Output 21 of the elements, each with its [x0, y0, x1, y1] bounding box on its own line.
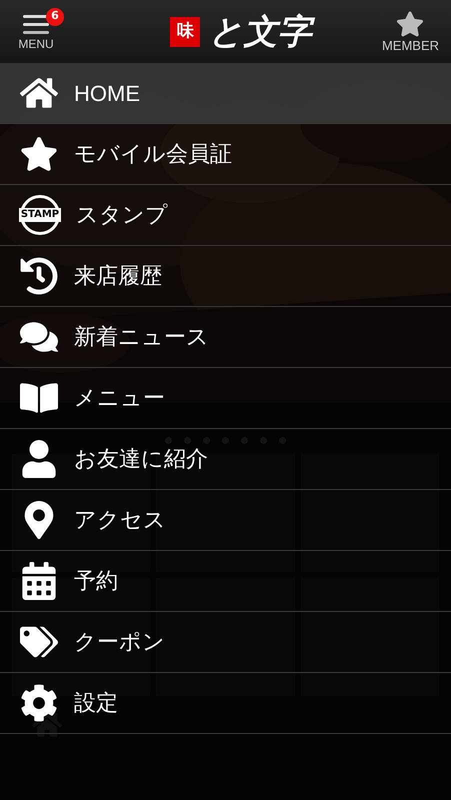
menu-item[interactable]: クーポン: [0, 612, 451, 673]
menu-item[interactable]: 来店履歴: [0, 246, 451, 307]
menu-item[interactable]: モバイル会員証: [0, 124, 451, 185]
history-icon: [20, 257, 58, 295]
notification-badge: 6: [46, 8, 64, 26]
star-icon: [20, 135, 58, 173]
stamp-icon: STAMP: [20, 195, 60, 235]
menu-item[interactable]: HOME: [0, 63, 451, 124]
menu-item[interactable]: アクセス: [0, 490, 451, 551]
member-button[interactable]: MEMBER: [382, 10, 439, 54]
person-icon: [20, 440, 58, 478]
menu-item[interactable]: 設定: [0, 673, 451, 734]
menu-item[interactable]: 新着ニュース: [0, 307, 451, 368]
settings-icon: [20, 684, 58, 722]
menu-item[interactable]: 予約: [0, 551, 451, 612]
menu-item[interactable]: STAMP スタンプ: [0, 185, 451, 246]
star-icon: [396, 10, 424, 38]
menu-item[interactable]: メニュー: [0, 368, 451, 429]
calendar-icon: [20, 562, 58, 600]
logo-mark: 味: [170, 16, 200, 46]
menu-item[interactable]: お友達に紹介: [0, 429, 451, 490]
